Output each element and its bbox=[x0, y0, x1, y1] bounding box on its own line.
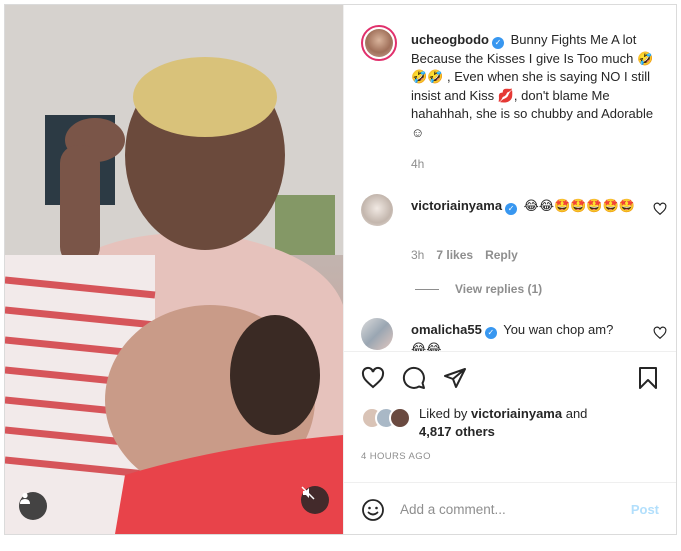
liker-username[interactable]: victoriainyama bbox=[471, 406, 562, 421]
author-username[interactable]: ucheogbodo bbox=[411, 32, 489, 47]
comment: omalicha55 ✓ You wan chop am? 😂😂 bbox=[411, 320, 641, 351]
author-avatar[interactable] bbox=[361, 25, 397, 61]
verified-badge: ✓ bbox=[492, 37, 504, 49]
view-replies-label: View replies (1) bbox=[455, 282, 543, 296]
post-media[interactable] bbox=[5, 5, 343, 534]
caption-emoji: 🤣 bbox=[636, 50, 654, 66]
likes-others[interactable]: 4,817 others bbox=[419, 424, 495, 439]
comment-icon[interactable] bbox=[402, 366, 426, 390]
comment-like-heart-icon[interactable] bbox=[653, 326, 667, 340]
comment-emoji: 😂😂 bbox=[411, 341, 442, 351]
mute-icon bbox=[301, 486, 315, 500]
view-replies-button[interactable]: View replies (1) bbox=[415, 282, 542, 296]
verified-badge: ✓ bbox=[505, 203, 518, 215]
likes-summary[interactable]: Liked by victoriainyama and 4,817 others bbox=[361, 403, 661, 443]
action-bar bbox=[344, 351, 676, 397]
comments-section[interactable]: ucheogbodo ✓ Bunny Fights Me A lot Becaus… bbox=[344, 5, 676, 351]
caption-time[interactable]: 4h bbox=[411, 157, 424, 171]
comment-input[interactable] bbox=[400, 497, 620, 521]
comment-like-heart-icon[interactable] bbox=[653, 202, 667, 216]
mute-button[interactable] bbox=[301, 486, 329, 514]
post-side-panel: ucheogbodo ✓ Bunny Fights Me A lot Becaus… bbox=[343, 5, 676, 534]
comment-meta: 3h 7 likes Reply bbox=[411, 248, 518, 262]
reply-button[interactable]: Reply bbox=[485, 248, 518, 262]
commenter-avatar[interactable] bbox=[361, 318, 393, 350]
bookmark-icon[interactable] bbox=[636, 366, 660, 390]
comment-username[interactable]: omalicha55 bbox=[411, 322, 482, 337]
comment-username[interactable]: victoriainyama bbox=[411, 198, 502, 213]
user-tag-button[interactable] bbox=[19, 492, 47, 520]
share-icon[interactable] bbox=[443, 366, 467, 390]
comment: victoriainyama ✓ 😂😂🤩🤩🤩🤩🤩 bbox=[411, 196, 641, 215]
commenter-avatar[interactable] bbox=[361, 194, 393, 226]
verified-badge: ✓ bbox=[484, 327, 497, 339]
caption-emoji: 💋 bbox=[497, 87, 514, 103]
caption-emoji: ☺ bbox=[411, 124, 425, 140]
comment-time[interactable]: 3h bbox=[411, 248, 424, 262]
comment-text: 😂😂🤩🤩🤩🤩🤩 bbox=[523, 198, 635, 213]
divider bbox=[415, 288, 439, 290]
add-comment-bar: Post bbox=[344, 482, 676, 534]
likes-conj: and bbox=[565, 406, 588, 421]
instagram-post: ucheogbodo ✓ Bunny Fights Me A lot Becaus… bbox=[4, 4, 677, 535]
comment-text: You wan chop am? bbox=[503, 322, 614, 337]
likes-prefix: Liked by bbox=[419, 406, 468, 421]
like-heart-icon[interactable] bbox=[361, 366, 385, 390]
comment-likes[interactable]: 7 likes bbox=[436, 248, 473, 262]
likes-text: Liked by victoriainyama and 4,817 others bbox=[419, 405, 587, 441]
liker-avatar bbox=[389, 407, 411, 429]
post-timestamp[interactable]: 4 HOURS AGO bbox=[361, 451, 431, 462]
post-caption: ucheogbodo ✓ Bunny Fights Me A lot Becaus… bbox=[411, 31, 661, 142]
user-tag-icon bbox=[20, 492, 30, 504]
media-illustration bbox=[5, 5, 343, 534]
emoji-icon[interactable] bbox=[361, 498, 385, 522]
caption-emoji: 🤣🤣 bbox=[411, 69, 444, 84]
post-button[interactable]: Post bbox=[631, 502, 659, 517]
